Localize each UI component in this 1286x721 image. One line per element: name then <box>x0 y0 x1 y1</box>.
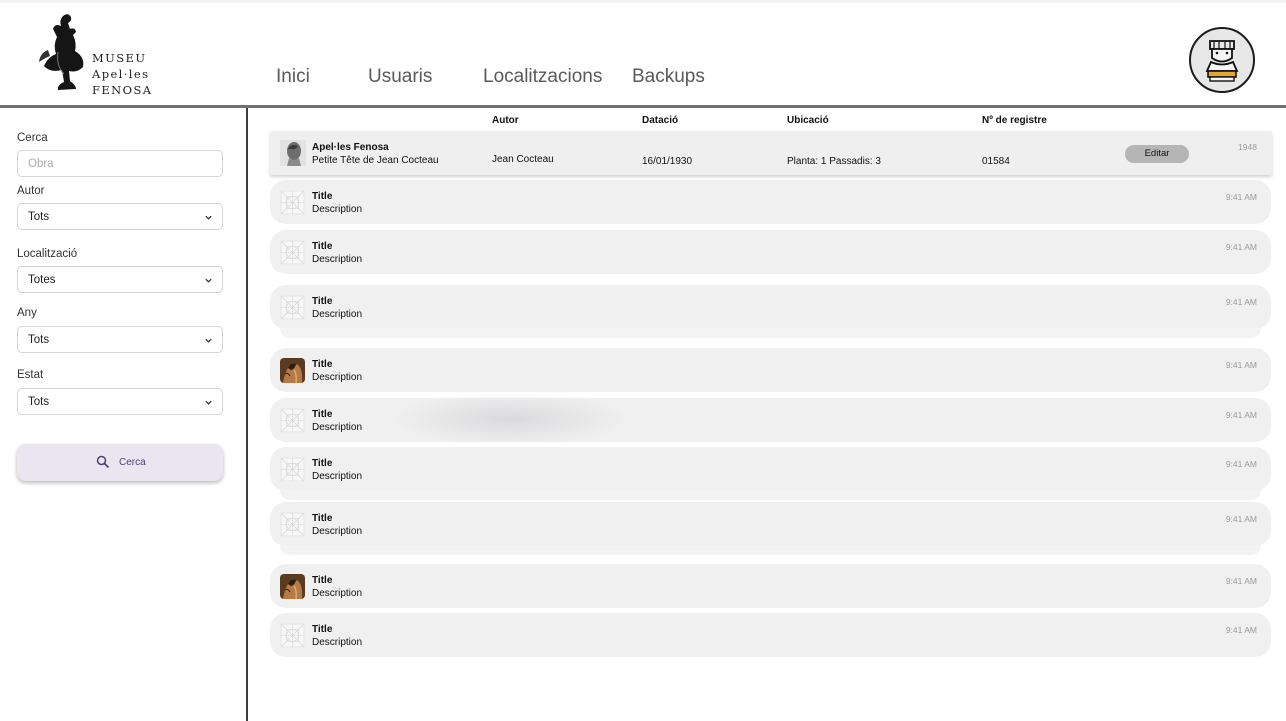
filter-localitzacio-label: Localització <box>17 248 78 260</box>
list-item-description: Description <box>312 471 363 482</box>
filter-localitzacio-select[interactable]: Totes <box>17 266 223 293</box>
list-item-description: Description <box>312 422 363 433</box>
list-item-title: Title <box>312 409 333 420</box>
nav-item-localitzacions[interactable]: Localitzacions <box>483 66 602 88</box>
search-button-label: Cerca <box>119 457 146 468</box>
list-item-description: Description <box>312 309 363 320</box>
list-item-description: Description <box>312 637 363 648</box>
list-item-time: 9:41 AM <box>1225 242 1257 252</box>
cell-autor: Jean Cocteau <box>492 154 554 165</box>
artwork-year: 1948 <box>1238 142 1257 152</box>
list-item[interactable]: Title Description 9:41 AM <box>270 447 1271 500</box>
chevron-down-icon <box>205 215 212 220</box>
column-header-autor: Autor <box>492 115 519 126</box>
list-item-title: Title <box>312 296 333 307</box>
nav-item-inici[interactable]: Inici <box>276 66 310 88</box>
list-item-title: Title <box>312 575 333 586</box>
list-item-title: Title <box>312 241 333 252</box>
artwork-photo-thumbnail <box>280 574 305 599</box>
filter-estat-select[interactable]: Tots <box>17 388 223 415</box>
column-header-ubicacio: Ubicació <box>787 115 829 126</box>
list-item-time: 9:41 AM <box>1225 360 1257 370</box>
sculpture-head-thumbnail <box>280 140 306 166</box>
search-icon <box>96 455 110 469</box>
chevron-down-icon <box>205 400 212 405</box>
list-item-title: Title <box>312 624 333 635</box>
list-item-description: Description <box>312 204 363 215</box>
list-item-time: 9:41 AM <box>1225 192 1257 202</box>
column-header-registre: Nº de registre <box>982 115 1047 126</box>
artwork-title: Petite Tête de Jean Cocteau <box>312 155 439 166</box>
filter-autor-label: Autor <box>17 185 45 197</box>
top-border <box>0 0 1286 3</box>
filter-any-select[interactable]: Tots <box>17 326 223 353</box>
search-placeholder: Obra <box>28 158 54 170</box>
logo-line-1: MUSEU <box>92 51 147 65</box>
filter-any-value: Tots <box>28 334 50 346</box>
list-item-description: Description <box>312 372 363 383</box>
filter-estat-label: Estat <box>17 369 44 381</box>
logo-line-3: FENOSA <box>92 83 153 97</box>
list-item-title: Title <box>312 513 333 524</box>
cell-datacio: 16/01/1930 <box>642 156 693 167</box>
list-item-description: Description <box>312 588 363 599</box>
filter-autor-value: Tots <box>28 211 50 223</box>
search-input[interactable]: Obra <box>17 150 223 177</box>
filter-any-label: Any <box>17 307 37 319</box>
logo-line-2: Apel·les <box>92 67 150 81</box>
list-item[interactable]: Title Description 9:41 AM <box>270 180 1271 224</box>
image-placeholder-icon <box>280 408 305 433</box>
image-placeholder-icon <box>280 240 305 265</box>
image-placeholder-icon <box>280 295 305 320</box>
list-item-title: Title <box>312 458 333 469</box>
nav-item-backups[interactable]: Backups <box>632 66 705 88</box>
filter-estat-value: Tots <box>28 396 50 408</box>
chevron-down-icon <box>205 338 212 343</box>
edit-button[interactable]: Editar <box>1125 145 1189 163</box>
list-item-time: 9:41 AM <box>1225 625 1257 635</box>
search-button[interactable]: Cerca <box>17 444 223 481</box>
list-item[interactable]: Title Description 9:41 AM <box>270 230 1271 274</box>
list-item-time: 9:41 AM <box>1225 576 1257 586</box>
header-divider <box>0 105 1286 108</box>
column-header-datacio: Datació <box>642 115 679 126</box>
nav-item-usuaris[interactable]: Usuaris <box>368 66 432 88</box>
image-placeholder-icon <box>280 190 305 215</box>
image-placeholder-icon <box>280 623 305 648</box>
list-item[interactable]: Title Description 9:41 AM <box>270 285 1271 338</box>
sculpture-bust-icon <box>1205 40 1239 82</box>
dancer-sculpture-icon <box>39 14 84 91</box>
artwork-row[interactable]: Apel·les Fenosa Petite Tête de Jean Coct… <box>270 131 1272 175</box>
search-label: Cerca <box>17 132 48 144</box>
list-item-time: 9:41 AM <box>1225 297 1257 307</box>
list-item-time: 9:41 AM <box>1225 514 1257 524</box>
filter-autor-select[interactable]: Tots <box>17 203 223 230</box>
list-item-title: Title <box>312 359 333 370</box>
filter-localitzacio-value: Totes <box>28 274 56 286</box>
list-item[interactable]: Title Description 9:41 AM <box>270 564 1271 608</box>
user-avatar[interactable] <box>1189 27 1255 93</box>
artwork-photo-thumbnail <box>280 358 305 383</box>
cell-registre: 01584 <box>982 156 1010 167</box>
list-item-description: Description <box>312 254 363 265</box>
museum-logo[interactable]: MUSEU Apel·les FENOSA <box>36 12 166 98</box>
list-item[interactable]: Title Description 9:41 AM <box>270 502 1271 555</box>
cell-ubicacio: Planta: 1 Passadis: 3 <box>787 156 881 167</box>
list-item-time: 9:41 AM <box>1225 459 1257 469</box>
blur-artifact <box>390 392 630 446</box>
artwork-author-name: Apel·les Fenosa <box>312 142 389 153</box>
sidebar-divider <box>246 108 248 721</box>
chevron-down-icon <box>205 278 212 283</box>
image-placeholder-icon <box>280 512 305 537</box>
list-item[interactable]: Title Description 9:41 AM <box>270 613 1271 657</box>
list-item-time: 9:41 AM <box>1225 410 1257 420</box>
list-item-description: Description <box>312 526 363 537</box>
list-item[interactable]: Title Description 9:41 AM <box>270 348 1271 392</box>
image-placeholder-icon <box>280 457 305 482</box>
list-item-title: Title <box>312 191 333 202</box>
